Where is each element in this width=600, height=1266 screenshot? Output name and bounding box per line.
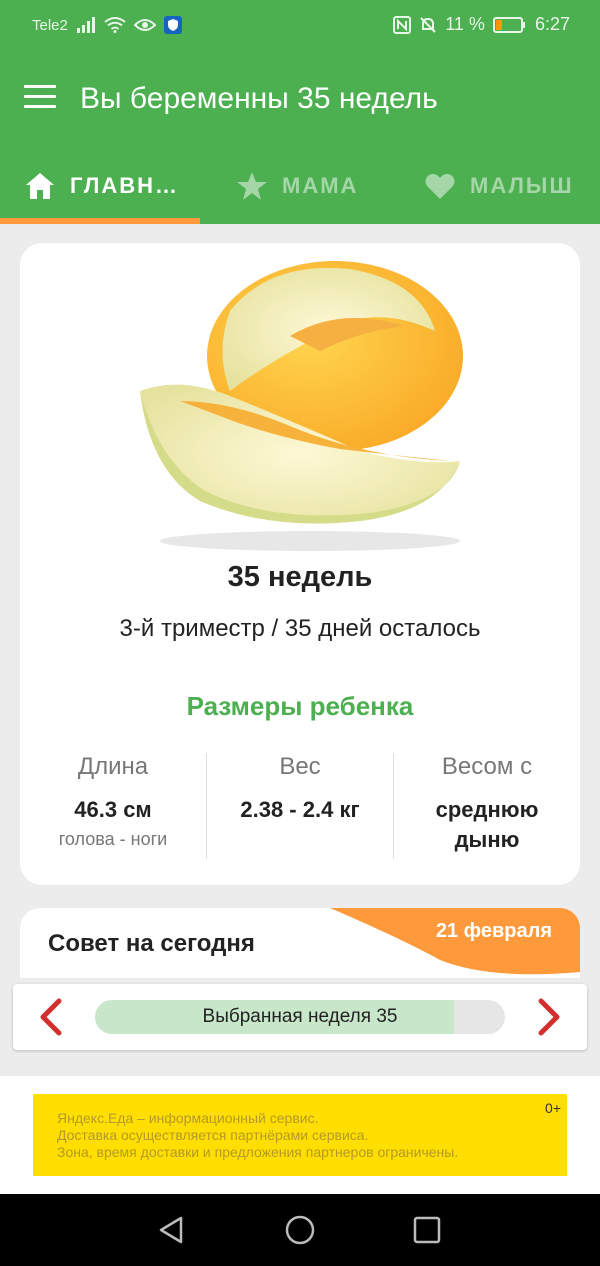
battery-percent: 11 % xyxy=(445,14,485,34)
back-icon[interactable] xyxy=(153,1212,189,1248)
tab-mama[interactable]: МАМА xyxy=(236,148,358,224)
melon-image xyxy=(140,261,463,551)
app-bar: Вы беременны 35 недель xyxy=(0,52,600,148)
selected-week-label: Выбранная неделя 35 xyxy=(202,1006,398,1027)
tab-bar: ГЛАВН… МАМА МАЛЫШ xyxy=(0,148,600,224)
page-title: Вы беременны 35 недель xyxy=(80,82,438,115)
system-nav-bar xyxy=(0,1194,600,1266)
chevron-right-icon[interactable] xyxy=(535,998,565,1036)
shield-app-icon xyxy=(163,16,182,34)
battery-icon xyxy=(492,16,525,33)
clock: 6:27 xyxy=(534,14,570,34)
hamburger-menu-icon[interactable] xyxy=(24,85,56,111)
length-sub: голова - ноги xyxy=(58,829,168,849)
eye-icon xyxy=(133,19,156,31)
chevron-left-icon[interactable] xyxy=(35,998,65,1036)
compare-value: среднюю дыню xyxy=(435,797,539,852)
tab-baby-label: МАЛЫШ xyxy=(470,173,574,198)
star-icon xyxy=(237,172,267,200)
tab-home[interactable]: ГЛАВН… xyxy=(24,148,179,224)
tab-mama-label: МАМА xyxy=(282,173,359,198)
weeks-heading: 35 недель xyxy=(227,561,373,593)
tip-date: 21 февраля xyxy=(435,920,552,942)
ad-line: Доставка осуществляется партнёрами серви… xyxy=(57,1127,369,1143)
week-progress-bar[interactable]: Выбранная неделя 35 xyxy=(95,1000,505,1034)
tab-home-label: ГЛАВН… xyxy=(70,173,180,198)
carrier-label: Tele2 xyxy=(32,16,68,34)
weight-column: Вес 2.38 - 2.4 кг xyxy=(207,753,393,825)
baby-sizes-title: Размеры ребенка xyxy=(186,691,414,721)
tip-title: Совет на сегодня xyxy=(48,930,255,957)
ad-line: Зона, время доставки и предложения партн… xyxy=(57,1144,459,1160)
tab-baby[interactable]: МАЛЫШ xyxy=(424,148,574,224)
weight-value: 2.38 - 2.4 кг xyxy=(240,797,360,822)
ad-text: Яндекс.Еда – информационный сервис. Дост… xyxy=(57,1110,458,1161)
length-column: Длина 46.3 см голова - ноги xyxy=(20,753,206,850)
heart-icon xyxy=(425,173,455,199)
ad-age-rating: 0+ xyxy=(545,1100,561,1116)
active-tab-indicator xyxy=(0,218,200,224)
ad-line: Яндекс.Еда – информационный сервис. xyxy=(57,1110,319,1126)
nfc-icon xyxy=(393,15,412,34)
home-icon xyxy=(26,173,54,199)
week-card: 35 недель 3-й триместр / 35 дней осталос… xyxy=(20,243,580,885)
wifi-icon xyxy=(104,17,126,33)
mute-bell-icon xyxy=(420,16,436,33)
trimester-info: 3-й триместр / 35 дней осталось xyxy=(119,615,481,642)
length-label: Длина xyxy=(77,753,149,780)
compare-column: Весом с среднюю дыню xyxy=(394,753,580,855)
recents-icon[interactable] xyxy=(409,1212,445,1248)
week-selector: Выбранная неделя 35 xyxy=(13,984,587,1050)
signal-icon xyxy=(76,17,95,33)
status-bar: Tele2 11 % 6:27 xyxy=(0,0,600,52)
ad-area: Яндекс.Еда – информационный сервис. Дост… xyxy=(0,1076,600,1194)
tip-card[interactable]: 21 февраля Совет на сегодня xyxy=(20,908,580,978)
ad-banner[interactable]: Яндекс.Еда – информационный сервис. Дост… xyxy=(33,1094,567,1176)
compare-label: Весом с xyxy=(441,753,533,780)
length-value: 46.3 см xyxy=(74,797,152,822)
weight-label: Вес xyxy=(279,753,321,780)
home-circle-icon[interactable] xyxy=(282,1212,318,1248)
date-badge-shape xyxy=(330,908,580,975)
